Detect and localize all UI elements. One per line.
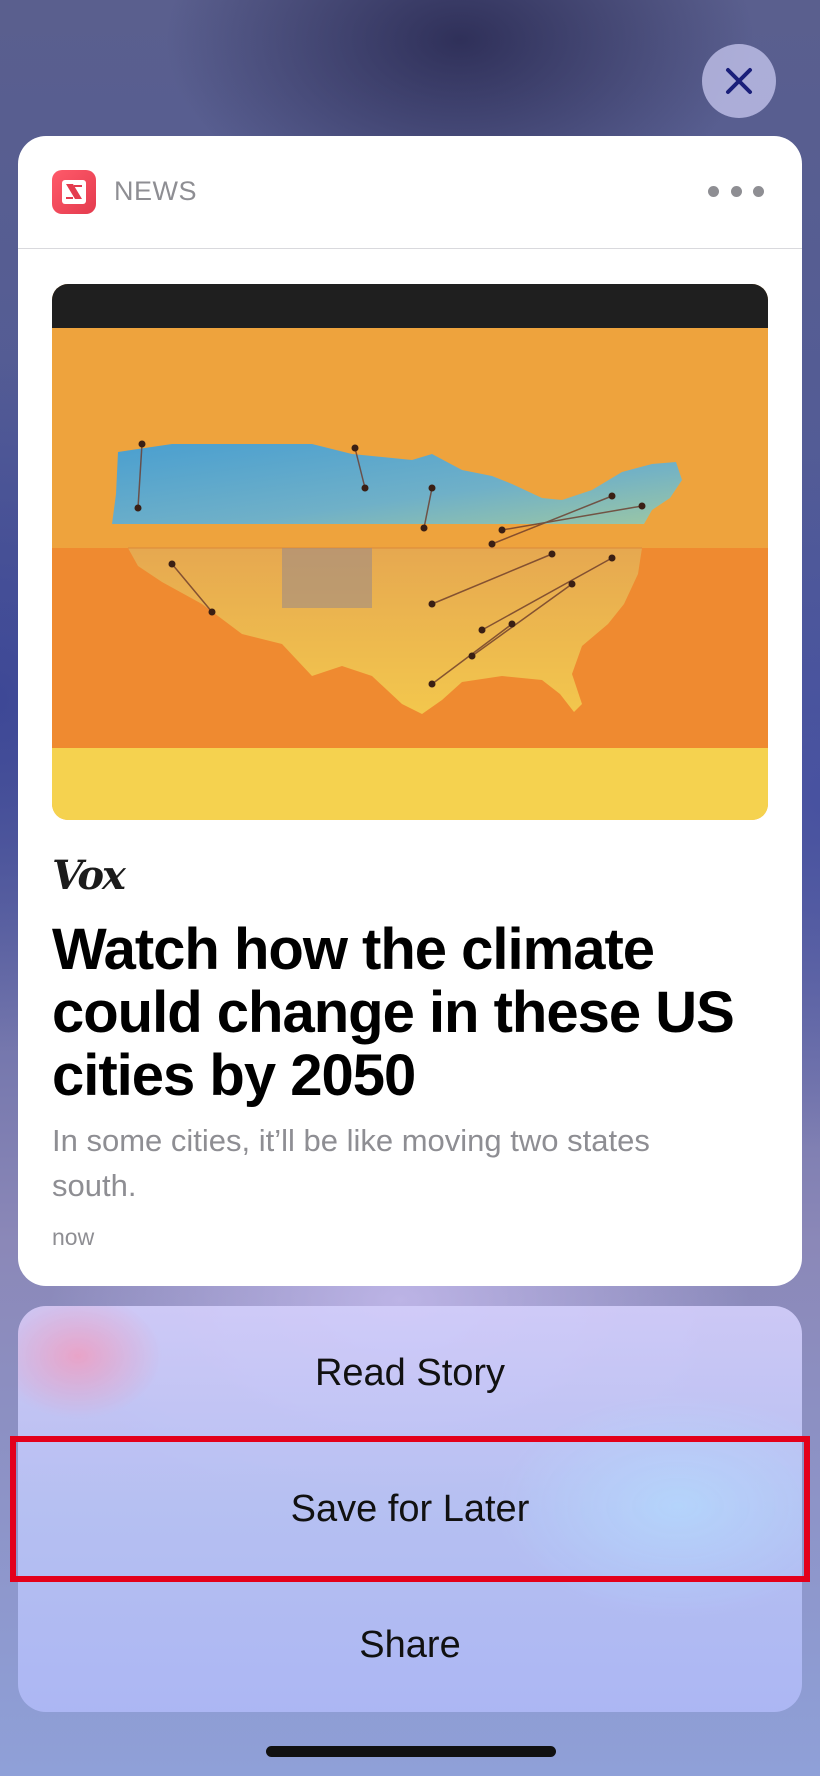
more-icon [708,185,719,197]
article-headline: Watch how the climate could change in th… [52,917,735,1108]
read-story-button[interactable]: Read Story [18,1306,802,1440]
close-icon [726,68,752,94]
news-app-icon [52,170,96,214]
home-indicator[interactable] [266,1746,556,1757]
article-image [52,284,768,820]
news-notification-card[interactable]: NEWS Vox Watch how the climate could cha… [18,136,802,1286]
share-button[interactable]: Share [18,1578,802,1712]
highlight-box [10,1436,810,1582]
close-button[interactable] [702,44,776,118]
timestamp: now [52,1224,95,1250]
more-options-button[interactable] [708,176,764,206]
app-name: NEWS [114,176,197,206]
publisher-logo: Vox [52,852,126,899]
article-summary: In some cities, it’ll be like moving two… [52,1123,650,1203]
card-header: NEWS [18,136,802,249]
